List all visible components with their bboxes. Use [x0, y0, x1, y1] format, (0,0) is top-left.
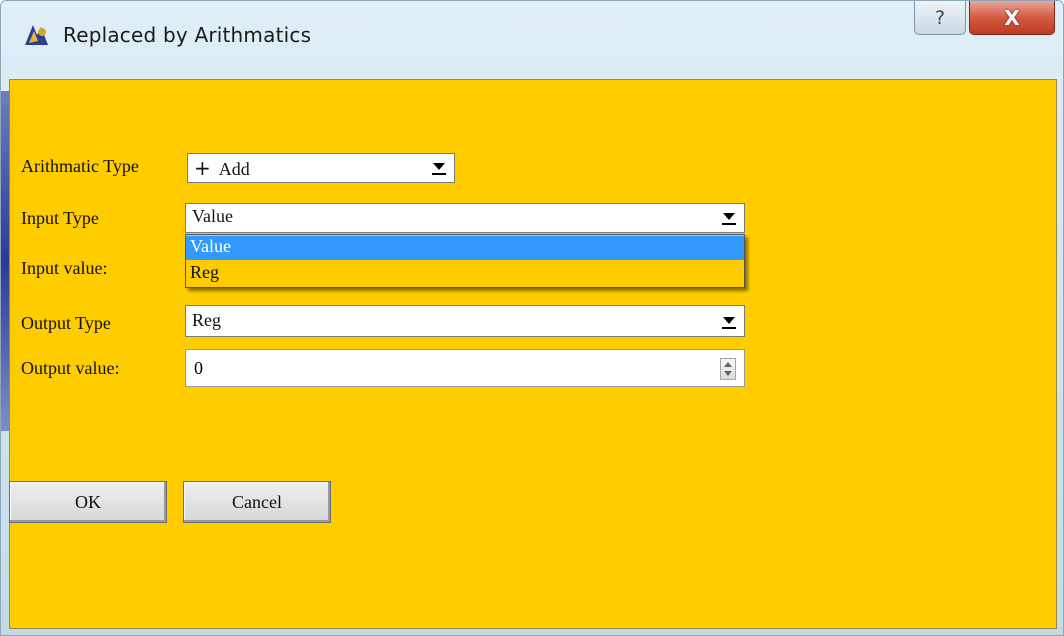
window-title: Replaced by Arithmatics [63, 23, 312, 47]
output-type-value: Reg [192, 310, 221, 330]
arithmetic-type-label: Arithmatic Type [21, 156, 139, 176]
dropdown-option-reg[interactable]: Reg [186, 262, 744, 286]
input-type-value: Value [192, 206, 233, 226]
output-type-label: Output Type [21, 313, 111, 333]
input-type-dropdown-list[interactable]: Value Reg [185, 234, 745, 288]
spin-down-icon[interactable] [724, 371, 732, 376]
output-value-spinbox[interactable]: 0 [185, 349, 745, 387]
chevron-down-icon[interactable] [430, 157, 448, 177]
input-value-label: Input value: [21, 258, 108, 278]
arithmetic-type-text: Add [218, 159, 250, 179]
help-button[interactable]: ? [914, 1, 966, 35]
output-type-combo[interactable]: Reg [185, 305, 745, 337]
plus-icon: + [194, 156, 211, 180]
spin-up-icon[interactable] [724, 362, 732, 367]
spin-buttons[interactable] [720, 358, 736, 380]
window-edge-strip [1, 91, 9, 431]
ok-button[interactable]: OK [9, 481, 167, 523]
app-icon [25, 25, 48, 45]
close-button[interactable]: X [969, 1, 1055, 35]
output-value-text: 0 [194, 358, 203, 378]
output-value-label: Output value: [21, 358, 120, 378]
chevron-down-icon[interactable] [720, 207, 738, 227]
input-type-label: Input Type [21, 208, 99, 228]
dialog-window: Replaced by Arithmatics ? X Arithmatic T… [0, 0, 1064, 636]
arithmetic-type-combo[interactable]: + Add [187, 153, 455, 183]
cancel-button[interactable]: Cancel [183, 481, 331, 523]
chevron-down-icon[interactable] [720, 311, 738, 331]
arithmetic-type-value: + Add [194, 156, 250, 180]
input-type-combo[interactable]: Value [185, 203, 745, 233]
title-bar[interactable]: Replaced by Arithmatics ? X [1, 1, 1063, 79]
dropdown-option-value[interactable]: Value [186, 236, 744, 260]
